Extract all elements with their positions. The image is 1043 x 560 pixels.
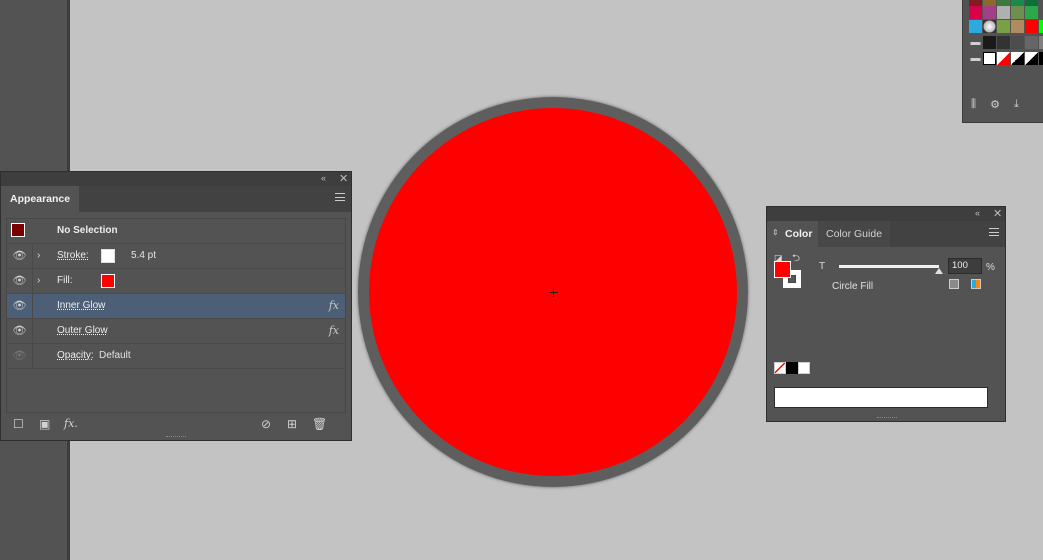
appearance-footer: ☐ ▣ fx. ⊘ ⊞ 🗑	[1, 415, 351, 435]
selection-thumbnail-cell	[7, 219, 32, 243]
fx-icon[interactable]: fx	[329, 294, 339, 318]
panel-titlebar[interactable]: « ✕	[767, 207, 1005, 221]
swatch[interactable]	[1025, 6, 1038, 19]
swatch-name: Circle Fill	[832, 281, 874, 292]
fx-icon[interactable]: fx	[329, 319, 339, 343]
stroke-weight[interactable]: 5.4 pt	[131, 244, 156, 268]
swatch[interactable]	[983, 52, 996, 65]
swatch[interactable]	[969, 6, 982, 19]
appearance-row-outer-glow[interactable]: 👁 Outer Glow fx	[7, 319, 345, 344]
resize-grip[interactable]	[877, 417, 897, 420]
appearance-list: No Selection 👁 › Stroke: 5.4 pt 👁 › Fill…	[6, 218, 346, 413]
resize-grip[interactable]	[166, 436, 186, 439]
swatch-row: ▬	[969, 36, 1043, 49]
add-new-stroke-icon[interactable]: ☐	[13, 417, 24, 431]
clear-appearance-icon[interactable]: ⊘	[261, 417, 271, 431]
swatch[interactable]	[1025, 36, 1038, 49]
swatch[interactable]	[969, 20, 982, 33]
folder-icon: ▬	[970, 53, 981, 64]
swatch-libraries-icon[interactable]: ⫼	[971, 98, 976, 111]
close-icon[interactable]: ✕	[339, 172, 348, 185]
appearance-header-row: No Selection	[7, 219, 345, 244]
opacity-value[interactable]: Default	[99, 344, 131, 368]
swatches-footer: ⫼ ⚙ ⤓	[971, 98, 1019, 111]
delete-item-icon[interactable]: 🗑	[312, 417, 327, 431]
swatch[interactable]	[1011, 6, 1024, 19]
panel-menu-icon[interactable]	[989, 228, 999, 236]
panel-tabbar: Appearance	[1, 186, 351, 212]
swatch[interactable]	[1011, 36, 1024, 49]
swatch[interactable]	[1039, 52, 1043, 65]
selection-thumbnail	[11, 223, 25, 237]
fill-swatch[interactable]	[101, 274, 115, 288]
tab-appearance[interactable]: Appearance	[1, 186, 80, 212]
eye-icon[interactable]: 👁	[7, 344, 33, 368]
add-effect-icon[interactable]: fx.	[64, 417, 78, 430]
swatch[interactable]	[983, 20, 996, 33]
web-safe-icon[interactable]	[971, 279, 981, 289]
tint-slider-label: T	[819, 261, 826, 272]
swatch[interactable]	[997, 20, 1010, 33]
panel-titlebar[interactable]: « ✕	[1, 172, 351, 186]
updown-arrows-icon[interactable]: ⇕	[772, 228, 779, 237]
eye-icon[interactable]: 👁	[7, 294, 33, 318]
duplicate-item-icon[interactable]: ⊞	[287, 417, 297, 431]
opacity-label[interactable]: Opacity:	[57, 344, 94, 368]
appearance-row-inner-glow[interactable]: 👁 Inner Glow fx	[7, 294, 345, 319]
none-color-swatch[interactable]	[774, 362, 786, 374]
swatch[interactable]	[983, 6, 996, 19]
swatch[interactable]	[1039, 36, 1043, 49]
expand-arrow-icon[interactable]: ›	[37, 244, 40, 268]
stroke-swatch[interactable]	[101, 249, 115, 263]
appearance-row-fill[interactable]: 👁 › Fill:	[7, 269, 345, 294]
swatch-row	[969, 6, 1038, 19]
outer-glow-label[interactable]: Outer Glow	[57, 319, 108, 343]
tint-unit: %	[986, 262, 995, 273]
panel-tabbar: Color ⇕ Color Guide	[767, 221, 1005, 247]
out-of-gamut-icon[interactable]	[949, 279, 959, 289]
swatch-row: ▬	[969, 52, 1043, 65]
black-swatch[interactable]	[786, 362, 798, 374]
cursor-crosshair-icon	[549, 288, 558, 297]
tint-input[interactable]: 100	[948, 258, 982, 274]
tint-slider-handle[interactable]	[935, 268, 943, 274]
swatch[interactable]	[997, 52, 1010, 65]
swatch[interactable]	[997, 6, 1010, 19]
folder-icon: ▬	[970, 37, 981, 48]
color-panel: « ✕ Color ⇕ Color Guide ◪ ⮌ T 100 % Circ…	[766, 206, 1006, 422]
add-new-fill-icon[interactable]: ▣	[39, 417, 50, 431]
appearance-row-stroke[interactable]: 👁 › Stroke: 5.4 pt	[7, 244, 345, 269]
stroke-label[interactable]: Stroke:	[57, 244, 89, 268]
swatch[interactable]	[1025, 52, 1038, 65]
swatch[interactable]	[1039, 20, 1043, 33]
fill-color-box[interactable]	[774, 261, 791, 278]
appearance-panel: « ✕ Appearance No Selection 👁 › Stroke: …	[0, 171, 352, 441]
fill-label[interactable]: Fill:	[57, 269, 73, 293]
eye-icon[interactable]: 👁	[7, 319, 33, 343]
swatches-panel: ▬ ▬ ⫼ ⚙ ⤓	[962, 0, 1043, 123]
collapse-icon[interactable]: «	[975, 208, 980, 218]
color-spectrum-bar[interactable]	[774, 387, 988, 408]
eye-icon[interactable]: 👁	[7, 244, 33, 268]
swatch[interactable]	[1011, 20, 1024, 33]
panel-menu-icon[interactable]	[335, 193, 345, 201]
swap-fill-stroke-icon[interactable]: ⮌	[792, 251, 800, 268]
eye-icon[interactable]: 👁	[7, 269, 33, 293]
expand-arrow-icon[interactable]: ›	[37, 269, 40, 293]
swatch[interactable]	[1011, 52, 1024, 65]
swatch[interactable]	[983, 36, 996, 49]
close-icon[interactable]: ✕	[993, 207, 1002, 220]
swatch-row	[969, 20, 1043, 33]
appearance-row-opacity[interactable]: 👁 Opacity: Default	[7, 344, 345, 369]
white-swatch[interactable]	[798, 362, 810, 374]
tab-color-guide[interactable]: Color Guide	[818, 221, 891, 247]
tint-slider[interactable]	[839, 265, 939, 268]
inner-glow-label[interactable]: Inner Glow	[57, 294, 105, 318]
swatch[interactable]	[997, 36, 1010, 49]
selection-status: No Selection	[57, 225, 118, 236]
swatch[interactable]	[1025, 20, 1038, 33]
collapse-icon[interactable]: «	[321, 173, 326, 183]
export-swatch-icon[interactable]: ⤓	[1014, 98, 1019, 111]
place-swatch-icon[interactable]: ⚙	[990, 98, 1000, 111]
